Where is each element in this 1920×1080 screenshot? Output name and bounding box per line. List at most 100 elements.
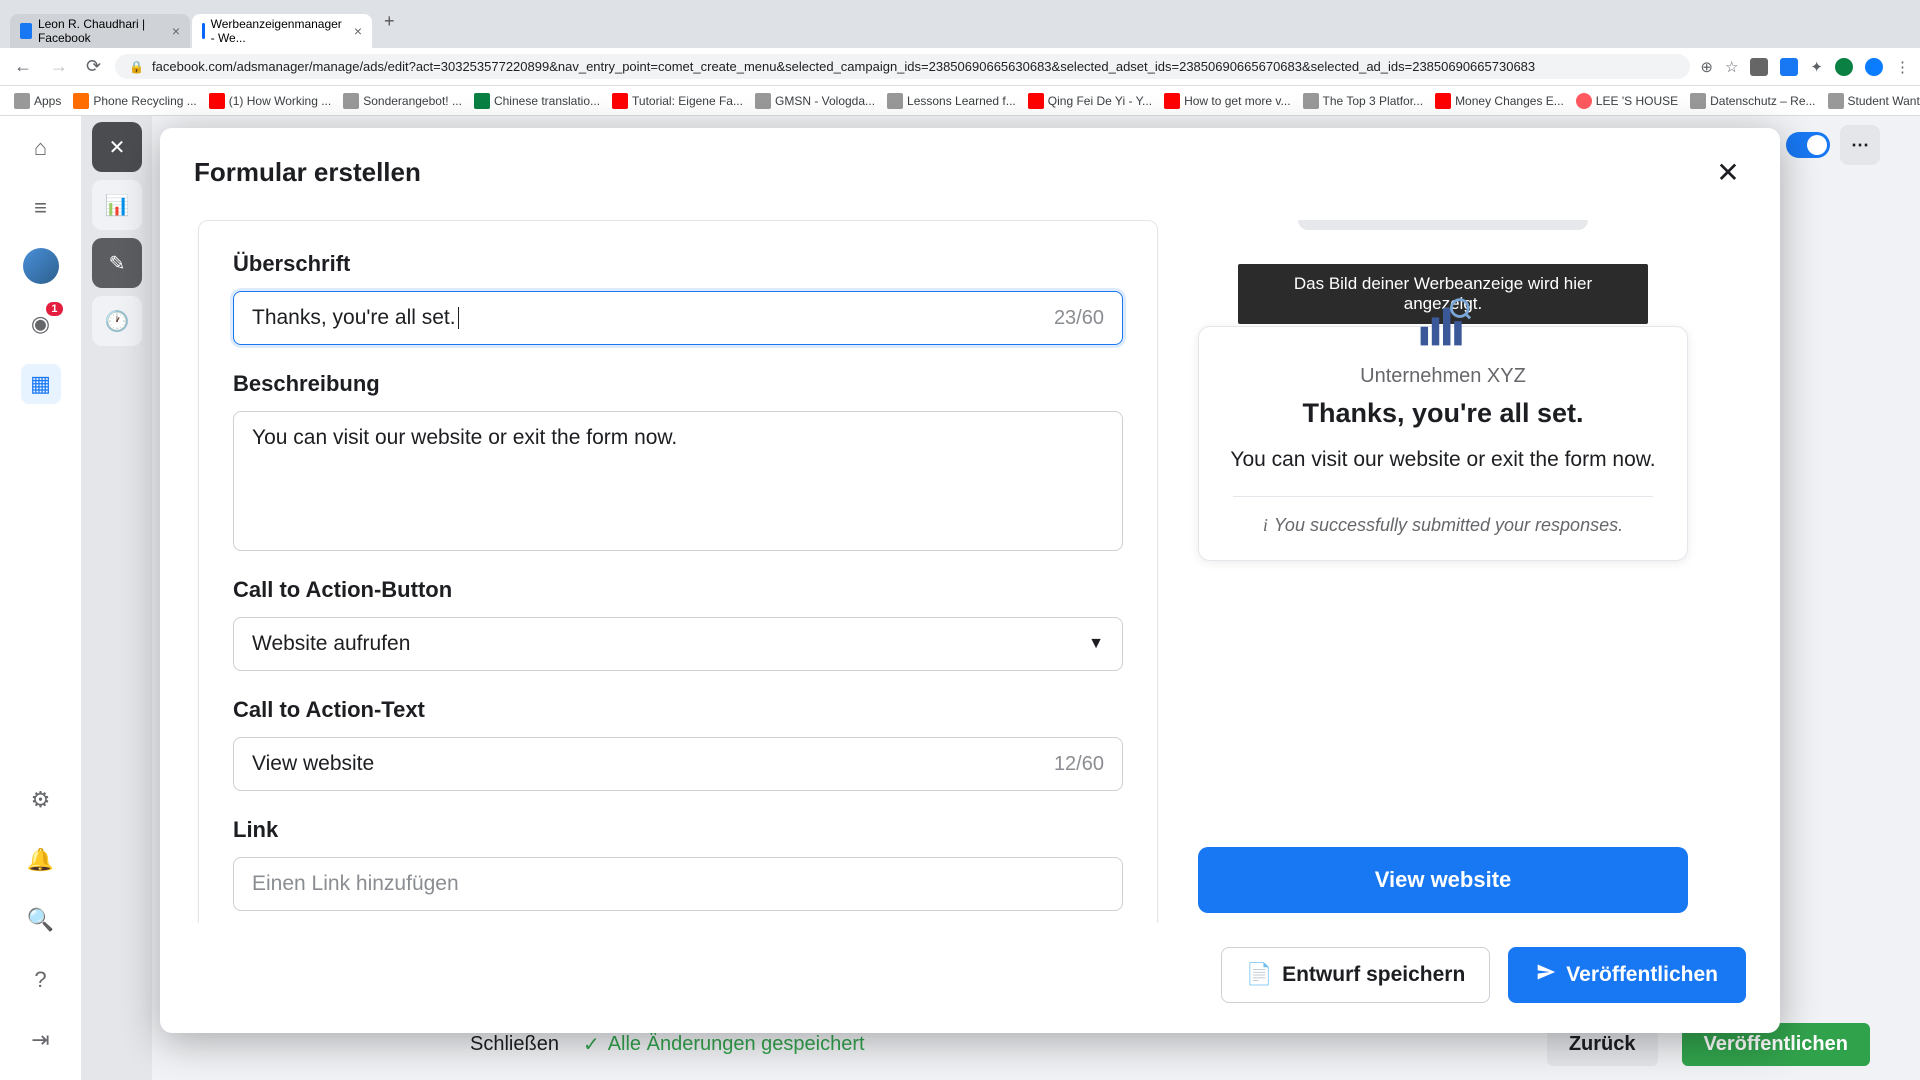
save-draft-button[interactable]: 📄 Entwurf speichern <box>1221 947 1490 1003</box>
modal-footer: 📄 Entwurf speichern Veröffentlichen <box>160 923 1780 1033</box>
bookmark-item[interactable]: Student Wants an... <box>1824 91 1920 111</box>
document-icon: 📄 <box>1246 963 1272 987</box>
company-logo-icon <box>1415 295 1471 351</box>
star-icon[interactable]: ☆ <box>1725 58 1738 76</box>
browser-tab-strip: Leon R. Chaudhari | Facebook × Werbeanze… <box>0 0 1920 48</box>
publish-button[interactable]: Veröffentlichen <box>1508 947 1746 1003</box>
close-icon[interactable]: × <box>354 23 362 39</box>
bookmark-favicon <box>1690 93 1706 109</box>
browser-tab-2[interactable]: Werbeanzeigenmanager - We... × <box>192 14 372 48</box>
modal-header: Formular erstellen ✕ <box>160 128 1780 210</box>
bookmark-item[interactable]: Datenschutz – Re... <box>1686 91 1819 111</box>
preview-company-name: Unternehmen XYZ <box>1223 365 1663 388</box>
preview-column: Das Bild deiner Werbeanzeige wird hier a… <box>1198 220 1688 923</box>
avatar[interactable] <box>23 248 59 284</box>
description-label: Beschreibung <box>233 371 1123 397</box>
chart-icon[interactable]: 📊 <box>92 180 142 230</box>
back-icon[interactable]: ← <box>10 54 36 79</box>
bookmark-item[interactable]: LEE 'S HOUSE <box>1572 91 1682 111</box>
bookmark-item[interactable]: Qing Fei De Yi - Y... <box>1024 91 1156 111</box>
clock-icon[interactable]: ◉1 <box>21 304 61 344</box>
preview-card: Unternehmen XYZ Thanks, you're all set. … <box>1198 326 1688 561</box>
bookmark-item[interactable]: (1) How Working ... <box>205 91 335 111</box>
bookmark-item[interactable]: Lessons Learned f... <box>883 91 1020 111</box>
airbnb-favicon <box>1576 93 1592 109</box>
close-panel-icon[interactable]: ✕ <box>92 122 142 172</box>
preview-cta-button[interactable]: View website <box>1198 847 1688 913</box>
history-icon[interactable]: 🕐 <box>92 296 142 346</box>
bookmark-item[interactable]: Money Changes E... <box>1431 91 1568 111</box>
left-nav-rail: ⌂ ≡ ◉1 ▦ ⚙ 🔔 🔍 ? ⇥ <box>0 116 82 1080</box>
bookmark-item[interactable]: GMSN - Vologda... <box>751 91 879 111</box>
zoom-icon[interactable]: ⊕ <box>1700 58 1713 76</box>
toolbar-icons: ⊕ ☆ ✦ ⋮ <box>1700 58 1910 76</box>
bookmark-item[interactable]: Chinese translatio... <box>470 91 604 111</box>
bookmarks-bar: Apps Phone Recycling ... (1) How Working… <box>0 86 1920 116</box>
cta-button-field-group: Call to Action-Button Website aufrufen ▼ <box>233 577 1123 671</box>
modal-body: Überschrift Thanks, you're all set. 23/6… <box>160 210 1780 923</box>
chevron-down-icon: ▼ <box>1088 635 1104 653</box>
help-icon[interactable]: ? <box>21 960 61 1000</box>
grid-icon[interactable]: ▦ <box>21 364 61 404</box>
secondary-rail: ✕ 📊 ✎ 🕐 <box>82 116 152 1080</box>
more-button[interactable]: ⋯ <box>1840 125 1880 165</box>
info-icon: i <box>1263 515 1268 536</box>
browser-tab-1[interactable]: Leon R. Chaudhari | Facebook × <box>10 14 190 48</box>
link-input[interactable]: Einen Link hinzufügen <box>233 857 1123 911</box>
menu-icon[interactable]: ≡ <box>21 188 61 228</box>
bookmark-favicon <box>1303 93 1319 109</box>
headline-input[interactable]: Thanks, you're all set. 23/60 <box>233 291 1123 345</box>
char-counter: 23/60 <box>1054 307 1104 330</box>
puzzle-icon[interactable]: ✦ <box>1810 58 1823 76</box>
tab-title: Werbeanzeigenmanager - We... <box>211 17 342 45</box>
gear-icon[interactable]: ⚙ <box>21 780 61 820</box>
forward-icon[interactable]: → <box>46 54 72 79</box>
expand-icon[interactable]: ⇥ <box>21 1020 61 1060</box>
bookmark-favicon <box>343 93 359 109</box>
description-textarea[interactable]: You can visit our website or exit the fo… <box>233 411 1123 551</box>
preview-wrapper: Das Bild deiner Werbeanzeige wird hier a… <box>1198 220 1688 561</box>
check-icon: ✓ <box>583 1032 600 1057</box>
bookmark-favicon <box>474 93 490 109</box>
bookmark-item[interactable]: Tutorial: Eigene Fa... <box>608 91 747 111</box>
meta-favicon <box>202 23 205 39</box>
menu-icon[interactable]: ⋮ <box>1895 58 1910 76</box>
cta-button-label: Call to Action-Button <box>233 577 1123 603</box>
create-form-modal: Formular erstellen ✕ Überschrift Thanks,… <box>160 128 1780 1033</box>
search-icon[interactable]: 🔍 <box>21 900 61 940</box>
reload-icon[interactable]: ⟳ <box>82 54 105 79</box>
status-toggle[interactable] <box>1786 132 1830 158</box>
close-icon[interactable]: × <box>172 23 180 39</box>
preview-image-placeholder <box>1298 220 1588 230</box>
bookmark-item[interactable]: Phone Recycling ... <box>69 91 200 111</box>
youtube-favicon <box>1435 93 1451 109</box>
saved-indicator: ✓ Alle Änderungen gespeichert <box>583 1032 865 1057</box>
home-icon[interactable]: ⌂ <box>21 128 61 168</box>
cta-button-select[interactable]: Website aufrufen ▼ <box>233 617 1123 671</box>
youtube-favicon <box>1164 93 1180 109</box>
edit-icon[interactable]: ✎ <box>92 238 142 288</box>
extension-icon[interactable] <box>1750 58 1768 76</box>
cta-text-field-group: Call to Action-Text View website 12/60 <box>233 697 1123 791</box>
char-counter: 12/60 <box>1054 753 1104 776</box>
bookmark-item[interactable]: How to get more v... <box>1160 91 1294 111</box>
close-icon[interactable]: ✕ <box>1710 154 1746 190</box>
new-tab-button[interactable]: + <box>374 11 405 32</box>
extension-icon-2[interactable] <box>1835 58 1853 76</box>
close-link[interactable]: Schließen <box>470 1033 559 1056</box>
bookmark-favicon <box>887 93 903 109</box>
form-card: Überschrift Thanks, you're all set. 23/6… <box>198 220 1158 923</box>
bell-icon[interactable]: 🔔 <box>21 840 61 880</box>
cta-text-input[interactable]: View website 12/60 <box>233 737 1123 791</box>
cta-text-label: Call to Action-Text <box>233 697 1123 723</box>
preview-success-message: i You successfully submitted your respon… <box>1223 515 1663 536</box>
profile-icon[interactable] <box>1865 58 1883 76</box>
url-input[interactable]: 🔒 facebook.com/adsmanager/manage/ads/edi… <box>115 54 1690 79</box>
bookmark-item[interactable]: The Top 3 Platfor... <box>1299 91 1428 111</box>
bookmark-favicon <box>73 93 89 109</box>
link-field-group: Link Einen Link hinzufügen <box>233 817 1123 911</box>
apps-bookmark[interactable]: Apps <box>10 91 65 111</box>
bookmark-item[interactable]: Sonderangebot! ... <box>339 91 466 111</box>
notification-badge: 1 <box>46 302 62 316</box>
fb-extension-icon[interactable] <box>1780 58 1798 76</box>
